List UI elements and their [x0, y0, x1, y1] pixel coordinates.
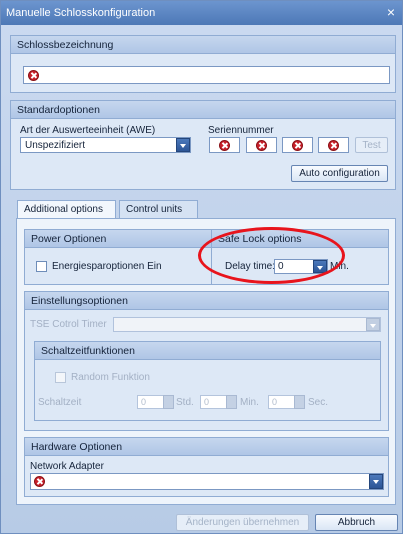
energy-saving-checkbox[interactable] [36, 261, 47, 272]
error-icon [34, 476, 45, 487]
switch-time-label: Schaltzeit [38, 397, 82, 408]
chevron-down-icon[interactable] [369, 474, 383, 489]
error-icon [328, 140, 339, 151]
error-icon [256, 140, 267, 151]
tab-additional-options[interactable]: Additional options [17, 200, 116, 219]
error-icon [28, 70, 39, 81]
seconds-unit: Sec. [308, 397, 329, 408]
close-icon[interactable]: × [383, 3, 399, 21]
standard-options-group: Standardoptionen Art der Auswerteeinheit… [10, 100, 396, 190]
auto-configuration-button[interactable]: Auto configuration [291, 165, 388, 182]
hours-unit: Std. [176, 397, 194, 408]
serial-field-1[interactable] [209, 137, 240, 153]
lock-name-input[interactable] [23, 66, 390, 84]
awe-selected-value: Unspezifiziert [25, 140, 86, 151]
minutes-unit: Min. [240, 397, 259, 408]
hardware-options-header: Hardware Optionen [25, 438, 388, 456]
awe-select[interactable]: Unspezifiziert [20, 137, 191, 153]
lock-config-window: Manuelle Schlosskonfiguration × Schlossb… [0, 0, 403, 534]
apply-changes-button[interactable]: Änderungen übernehmen [176, 514, 309, 531]
awe-label: Art der Auswerteeinheit (AWE) [20, 125, 156, 136]
settings-options-group: Einstellungsoptionen TSE Cotrol Timer Sc… [24, 291, 389, 431]
switch-time-group: Schaltzeitfunktionen Random Funktion Sch… [34, 341, 381, 421]
minutes-input[interactable]: 0 [200, 395, 227, 409]
random-function-checkbox[interactable] [55, 372, 66, 383]
tab-control-units[interactable]: Control units [119, 200, 198, 218]
tse-timer-select[interactable] [113, 317, 381, 332]
power-options-group: Power Optionen Energiesparoptionen Ein [24, 229, 214, 285]
chevron-down-icon[interactable] [366, 318, 380, 331]
hardware-options-group: Hardware Optionen Network Adapter [24, 437, 389, 497]
power-options-header: Power Optionen [25, 230, 213, 248]
serial-label: Seriennummer [208, 125, 274, 136]
hours-spin-icon[interactable] [163, 395, 174, 409]
serial-field-4[interactable] [318, 137, 349, 153]
standard-options-header: Standardoptionen [11, 101, 395, 119]
serial-field-2[interactable] [246, 137, 277, 153]
window-title: Manuelle Schlosskonfiguration [6, 7, 156, 19]
lock-name-group: Schlossbezeichnung [10, 35, 396, 93]
minutes-spin-icon[interactable] [226, 395, 237, 409]
serial-field-3[interactable] [282, 137, 313, 153]
settings-options-header: Einstellungsoptionen [25, 292, 388, 310]
random-function-label: Random Funktion [71, 372, 150, 383]
title-bar[interactable]: Manuelle Schlosskonfiguration × [1, 1, 402, 25]
cancel-button[interactable]: Abbruch [315, 514, 398, 531]
lock-name-header: Schlossbezeichnung [11, 36, 395, 54]
energy-saving-label: Energiesparoptionen Ein [52, 261, 162, 272]
switch-time-header: Schaltzeitfunktionen [35, 342, 380, 360]
network-adapter-label: Network Adapter [30, 461, 104, 472]
seconds-spin-icon[interactable] [294, 395, 305, 409]
error-icon [292, 140, 303, 151]
chevron-down-icon[interactable] [176, 138, 190, 152]
serial-test-button[interactable]: Test [355, 137, 388, 153]
network-adapter-select[interactable] [30, 473, 384, 490]
annotation-ellipse [198, 227, 345, 284]
seconds-input[interactable]: 0 [268, 395, 295, 409]
error-icon [219, 140, 230, 151]
tse-timer-label: TSE Cotrol Timer [30, 319, 107, 330]
hours-input[interactable]: 0 [137, 395, 164, 409]
